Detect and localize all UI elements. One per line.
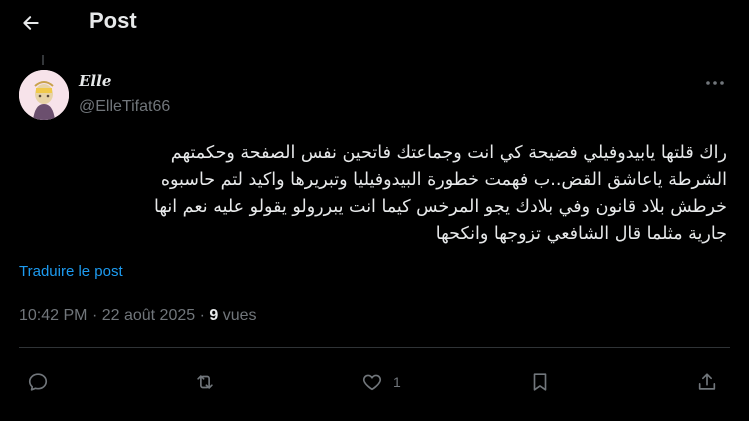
post-text-line: الشرطة ياعاشق القض..ب فهمت خطورة البيدوف… bbox=[160, 170, 727, 190]
author-name[interactable]: 𝑬𝒍𝒍𝒆 bbox=[79, 72, 111, 90]
share-button[interactable] bbox=[696, 367, 718, 397]
like-button[interactable]: 1 bbox=[361, 367, 401, 397]
repost-icon bbox=[197, 375, 213, 389]
like-count: 1 bbox=[393, 374, 401, 390]
heart-icon bbox=[362, 374, 382, 391]
page-title: Post bbox=[89, 8, 137, 33]
thread-line bbox=[42, 55, 44, 65]
post-text: راك قلتها يابيدوفيلي فضيحة كي انت وجماعت… bbox=[12, 140, 727, 248]
translate-post-link[interactable]: Traduire le post bbox=[19, 263, 123, 280]
meta-separator: · bbox=[91, 307, 98, 324]
back-button[interactable] bbox=[14, 6, 48, 40]
bookmark-button[interactable] bbox=[529, 367, 551, 397]
reply-icon bbox=[28, 373, 48, 391]
post-date[interactable]: 22 août 2025 bbox=[102, 307, 195, 324]
reply-button[interactable] bbox=[27, 367, 49, 397]
author-handle[interactable]: @ElleTifat66 bbox=[79, 98, 170, 116]
views-label: vues bbox=[222, 307, 257, 324]
post-time[interactable]: 10:42 PM bbox=[19, 307, 87, 324]
post-text-line: جارية مثلما قال الشافعي تزوجها وانكحها bbox=[435, 224, 727, 244]
arrow-left-icon bbox=[23, 16, 39, 30]
ellipsis-icon bbox=[706, 81, 724, 85]
post-text-line: خرطش بلاد قانون وفي بلادك يجو المرخس كيم… bbox=[153, 197, 727, 217]
avatar[interactable] bbox=[19, 70, 69, 120]
more-options-button[interactable] bbox=[700, 70, 730, 96]
views-count: 9 bbox=[209, 307, 219, 324]
post-header: Post bbox=[0, 0, 749, 46]
bookmark-icon bbox=[533, 373, 547, 391]
post-text-line: راك قلتها يابيدوفيلي فضيحة كي انت وجماعت… bbox=[170, 143, 727, 163]
divider bbox=[19, 347, 730, 348]
avatar-image bbox=[19, 70, 69, 120]
meta-separator: · bbox=[199, 307, 205, 324]
repost-button[interactable] bbox=[194, 367, 216, 397]
share-icon bbox=[698, 373, 716, 390]
post-metadata: 10:42 PM · 22 août 2025 · 9 vues bbox=[19, 307, 257, 325]
